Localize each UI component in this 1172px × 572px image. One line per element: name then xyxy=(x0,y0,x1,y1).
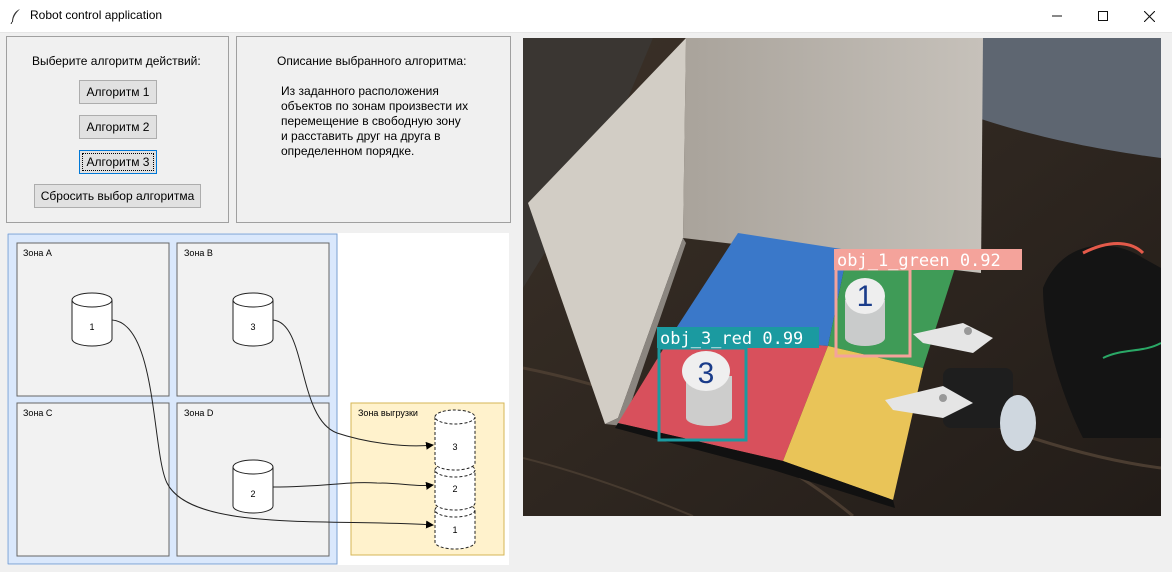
zone-c xyxy=(16,402,170,557)
minimize-icon xyxy=(1052,15,1062,17)
cylinder-label: 1 xyxy=(89,322,94,332)
cylinder-label: 2 xyxy=(250,489,255,499)
camera-feed: 1 3 obj_1_green 0.92 obj_3_red 0.99 xyxy=(523,38,1161,516)
algorithm-2-button[interactable]: Алгоритм 2 xyxy=(79,115,157,139)
minimize-button[interactable] xyxy=(1034,0,1080,32)
description-line: Из заданного расположения xyxy=(281,84,439,98)
zone-c-label: Зона C xyxy=(23,408,53,418)
detection-label: obj_1_green 0.92 xyxy=(837,251,1001,271)
svg-text:3: 3 xyxy=(698,357,715,390)
reset-algorithm-button[interactable]: Сбросить выбор алгоритма xyxy=(34,184,201,208)
unload-zone-label: Зона выгрузки xyxy=(358,408,418,418)
description-line: перемещение в свободную зону xyxy=(281,114,461,128)
stack-cylinder-2: 2 xyxy=(434,462,476,511)
detection-label: obj_3_red 0.99 xyxy=(660,329,803,349)
description-line: определенном порядке. xyxy=(281,144,415,158)
description-heading: Описание выбранного алгоритма: xyxy=(277,54,467,68)
stack-label: 2 xyxy=(452,484,457,494)
feather-icon xyxy=(10,9,20,24)
zone-diagram: Зона A Зона B Зона C Зона D Зона выгрузк… xyxy=(7,233,509,565)
cylinder-2: 2 xyxy=(232,459,274,514)
camera-cylinder-1: 1 xyxy=(845,278,885,346)
camera-scene: 1 3 obj_1_green 0.92 obj_3_red 0.99 xyxy=(523,38,1161,516)
diagram-canvas: Зона A Зона B Зона C Зона D Зона выгрузк… xyxy=(7,233,505,565)
window-title: Robot control application xyxy=(30,8,163,22)
algorithm-1-button[interactable]: Алгоритм 1 xyxy=(79,80,157,104)
zone-b-label: Зона B xyxy=(184,248,213,258)
maximize-icon xyxy=(1098,11,1108,21)
description-panel: Описание выбранного алгоритма: Из заданн… xyxy=(236,36,511,223)
algorithm-prompt: Выберите алгоритм действий: xyxy=(32,54,201,68)
maximize-button[interactable] xyxy=(1080,0,1126,32)
description-text: Из заданного расположения объектов по зо… xyxy=(281,84,491,159)
close-button[interactable] xyxy=(1126,0,1172,32)
zone-a-label: Зона A xyxy=(23,248,52,258)
description-line: объектов по зонам произвести их xyxy=(281,99,469,113)
stack-label: 3 xyxy=(452,442,457,452)
close-icon xyxy=(1143,10,1155,22)
cylinder-3: 3 xyxy=(232,292,274,347)
camera-cylinder-3: 3 xyxy=(682,351,732,426)
zone-d-label: Зона D xyxy=(184,408,214,418)
unload-zone xyxy=(350,402,505,556)
description-line: и расставить друг на друга в xyxy=(281,129,441,143)
svg-text:1: 1 xyxy=(857,280,874,313)
cylinder-1: 1 xyxy=(71,292,113,347)
stack-cylinder-3: 3 xyxy=(434,409,476,471)
stack-label: 1 xyxy=(452,525,457,535)
cylinder-label: 3 xyxy=(250,322,255,332)
algorithm-3-button[interactable]: Алгоритм 3 xyxy=(79,150,157,174)
box-back-wall xyxy=(683,38,983,273)
algorithm-panel: Выберите алгоритм действий: Алгоритм 1 А… xyxy=(6,36,229,223)
title-bar: Robot control application xyxy=(0,0,1172,33)
